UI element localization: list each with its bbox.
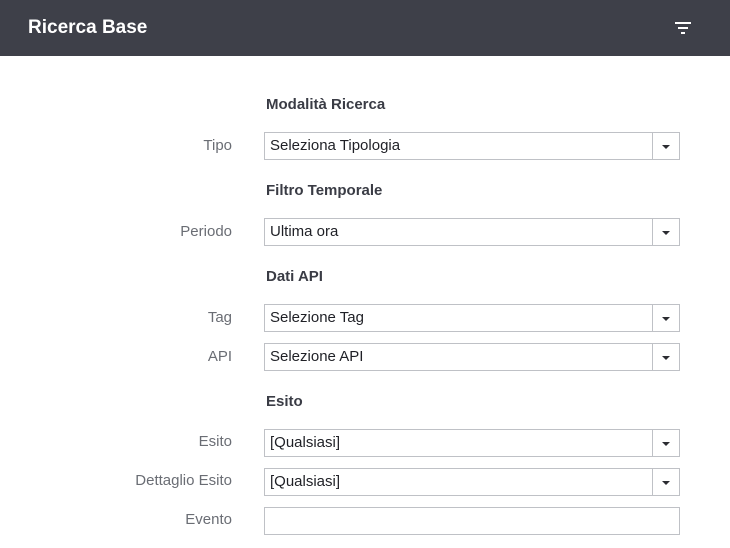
tag-select-value: Selezione Tag <box>270 309 364 326</box>
api-label: API <box>207 348 232 365</box>
esito-select-toggle[interactable] <box>652 430 679 456</box>
esito-label: Esito <box>198 433 232 450</box>
panel-title: Ricerca Base <box>28 17 148 38</box>
esito-select-value: [Qualsiasi] <box>270 434 341 451</box>
section-title-dati-api: Dati API <box>266 268 323 285</box>
caret-down-icon <box>662 317 670 321</box>
section-title-modalita-ricerca: Modalità Ricerca <box>266 96 386 113</box>
caret-down-icon <box>662 442 670 446</box>
evento-input[interactable] <box>264 507 680 535</box>
tag-select-toggle[interactable] <box>652 305 679 331</box>
api-select-value: Selezione API <box>270 348 364 365</box>
dettaglio-esito-select-toggle[interactable] <box>652 469 679 495</box>
api-select-toggle[interactable] <box>652 344 679 370</box>
evento-label: Evento <box>185 511 232 528</box>
caret-down-icon <box>662 481 670 485</box>
tipo-select[interactable]: Seleziona Tipologia <box>264 132 680 160</box>
section-title-filtro-temporale: Filtro Temporale <box>266 182 383 199</box>
tag-label: Tag <box>207 309 232 326</box>
periodo-select-toggle[interactable] <box>652 219 679 245</box>
caret-down-icon <box>662 231 670 235</box>
dettaglio-esito-label: Dettaglio Esito <box>135 472 232 489</box>
periodo-label: Periodo <box>180 223 232 240</box>
esito-select[interactable]: [Qualsiasi] <box>264 429 680 457</box>
tipo-select-value: Seleziona Tipologia <box>270 137 401 154</box>
filter-button[interactable] <box>668 14 698 42</box>
dettaglio-esito-select-value: [Qualsiasi] <box>270 473 341 490</box>
filter-list-icon <box>675 22 691 34</box>
section-title-esito: Esito <box>266 393 303 410</box>
tipo-label: Tipo <box>203 137 232 154</box>
periodo-select[interactable]: Ultima ora <box>264 218 680 246</box>
caret-down-icon <box>662 145 670 149</box>
dettaglio-esito-select[interactable]: [Qualsiasi] <box>264 468 680 496</box>
caret-down-icon <box>662 356 670 360</box>
api-select[interactable]: Selezione API <box>264 343 680 371</box>
search-panel: Ricerca Base Modalità Ricerca Tipo Selez… <box>0 0 730 548</box>
tipo-select-toggle[interactable] <box>652 133 679 159</box>
panel-header: Ricerca Base <box>0 0 730 56</box>
tag-select[interactable]: Selezione Tag <box>264 304 680 332</box>
periodo-select-value: Ultima ora <box>270 223 339 240</box>
